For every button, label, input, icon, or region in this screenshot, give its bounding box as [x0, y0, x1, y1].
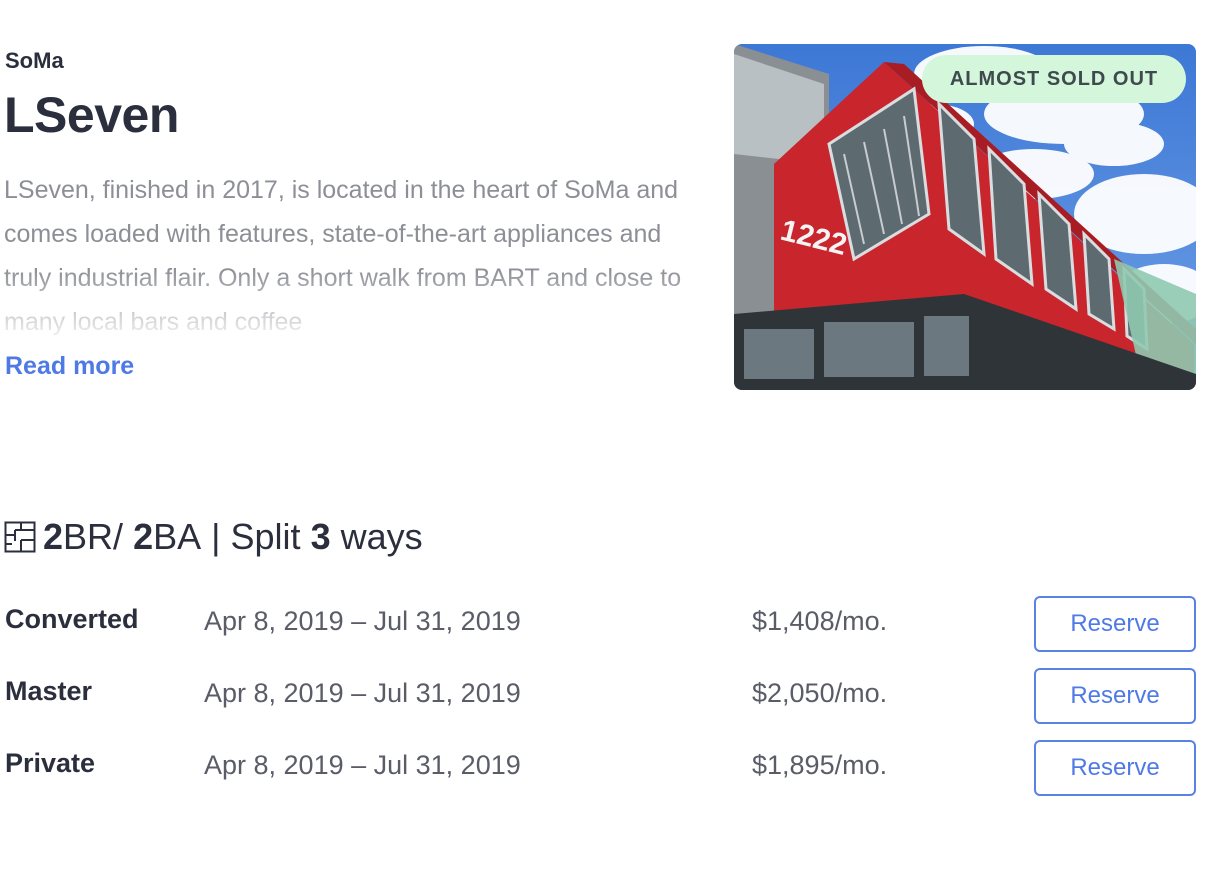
summary-separator: |	[211, 516, 221, 557]
room-row: Master Apr 8, 2019 – Jul 31, 2019 $2,050…	[0, 668, 1210, 724]
room-name: Converted	[5, 604, 139, 634]
room-row: Converted Apr 8, 2019 – Jul 31, 2019 $1,…	[0, 596, 1210, 652]
neighborhood-label: SoMa	[5, 48, 64, 73]
split-suffix: ways	[340, 516, 423, 557]
room-price: $1,895/mo.	[752, 750, 888, 780]
room-price: $1,408/mo.	[752, 606, 888, 636]
room-price: $2,050/mo.	[752, 678, 888, 708]
listing-description: LSeven, finished in 2017, is located in …	[4, 176, 682, 336]
room-name: Private	[5, 748, 96, 778]
status-badge: ALMOST SOLD OUT	[922, 55, 1186, 103]
room-name: Master	[5, 676, 93, 706]
room-dates: Apr 8, 2019 – Jul 31, 2019	[204, 606, 521, 636]
reserve-button[interactable]: Reserve	[1034, 596, 1196, 652]
unit-summary: 2 BR/ 2 BA | Split 3 ways	[4, 512, 423, 562]
ba-label: BA	[153, 516, 202, 557]
floor-plan-icon	[4, 521, 36, 553]
reserve-button[interactable]: Reserve	[1034, 668, 1196, 724]
bathroom-count: 2	[133, 516, 154, 557]
split-prefix: Split	[230, 516, 301, 557]
room-dates: Apr 8, 2019 – Jul 31, 2019	[204, 750, 521, 780]
read-more-link[interactable]: Read more	[5, 352, 134, 381]
br-label: BR/	[63, 516, 124, 557]
room-dates: Apr 8, 2019 – Jul 31, 2019	[204, 678, 521, 708]
description-container: LSeven, finished in 2017, is located in …	[4, 168, 694, 336]
bedroom-count: 2	[43, 516, 64, 557]
reserve-button[interactable]: Reserve	[1034, 740, 1196, 796]
room-row: Private Apr 8, 2019 – Jul 31, 2019 $1,89…	[0, 740, 1210, 796]
split-count: 3	[310, 516, 331, 557]
listing-title: LSeven	[4, 87, 179, 143]
